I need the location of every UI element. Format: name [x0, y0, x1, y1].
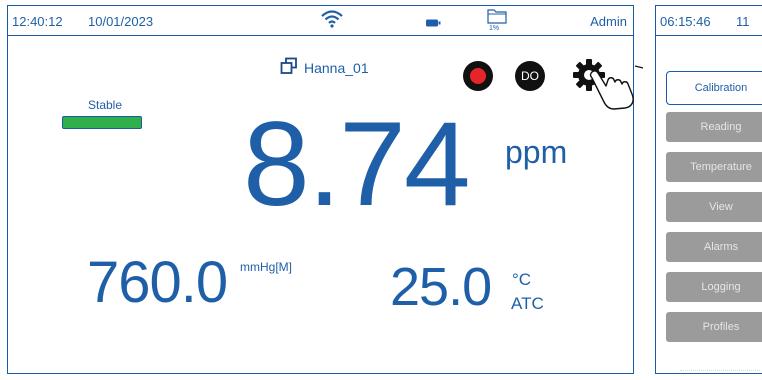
- status-date: 10/01/2023: [88, 14, 154, 29]
- main-reading-unit: ppm: [505, 134, 568, 170]
- status-date-secondary: 11: [736, 14, 750, 29]
- menu-item-temperature[interactable]: Temperature: [666, 152, 762, 182]
- status-time-secondary: 06:15:46: [660, 14, 711, 29]
- storage-percent: 1%: [489, 25, 500, 32]
- pointing-hand-icon: [588, 64, 644, 115]
- menu-item-view[interactable]: View: [666, 192, 762, 222]
- instrument-name[interactable]: Hanna_01: [280, 57, 369, 78]
- menu-item-logging[interactable]: Logging: [666, 272, 762, 302]
- stability-label: Stable: [88, 98, 123, 112]
- record-button[interactable]: [463, 61, 493, 91]
- record-icon: [470, 68, 486, 84]
- temperature-unit: °C: [512, 270, 532, 289]
- battery-icon: [426, 15, 442, 30]
- status-bar: 12:40:12 10/01/2023 1% Admin: [8, 6, 633, 36]
- wifi-icon: [321, 10, 343, 31]
- stability-indicator: [62, 116, 142, 129]
- user-name[interactable]: Admin: [590, 14, 627, 29]
- menu-item-reading[interactable]: Reading: [666, 112, 762, 142]
- status-time: 12:40:12: [12, 14, 63, 29]
- do-button[interactable]: DO: [515, 61, 545, 91]
- menu-item-alarms[interactable]: Alarms: [666, 232, 762, 262]
- menu-item-profiles[interactable]: Profiles: [666, 312, 762, 342]
- main-display-screen: 12:40:12 10/01/2023 1% Admin Hanna_01 DO…: [7, 5, 644, 374]
- settings-screen: 06:15:46 11 Calibration Reading Temperat…: [655, 5, 762, 374]
- temperature-value: 25.0: [390, 257, 492, 317]
- divider: [680, 370, 760, 373]
- main-reading-value: 8.74: [243, 97, 471, 231]
- instrument-name-label: Hanna_01: [304, 59, 369, 76]
- temperature-compensation: ATC: [511, 294, 544, 313]
- status-bar-secondary: 06:15:46 11: [656, 6, 762, 36]
- pressure-unit: mmHg[M]: [240, 260, 292, 274]
- tab-calibration[interactable]: Calibration: [666, 71, 762, 105]
- copy-icon: [280, 57, 298, 78]
- pressure-value: 760.0: [87, 250, 228, 315]
